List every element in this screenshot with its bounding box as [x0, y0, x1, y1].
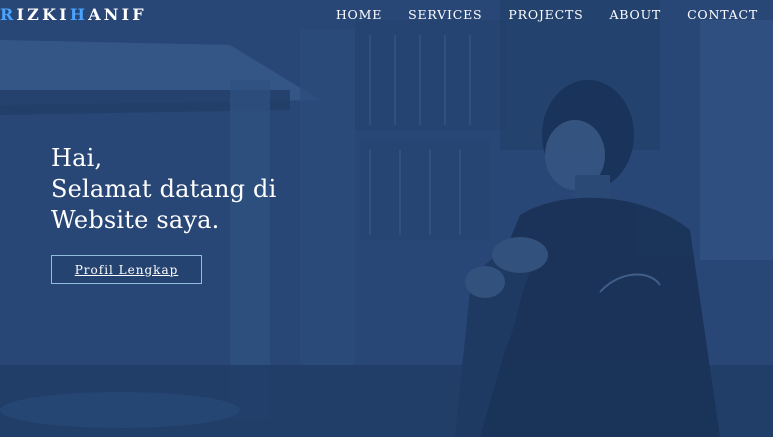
hero-copy: Hai, Selamat datang di Website saya. Pro…: [51, 143, 276, 284]
brand-logo[interactable]: RIZKIHANIF: [0, 5, 147, 24]
main-menu: HOME SERVICES PROJECTS ABOUT CONTACT: [336, 7, 758, 22]
nav-link-about[interactable]: ABOUT: [609, 7, 661, 22]
hero-headline: Hai, Selamat datang di Website saya.: [51, 143, 276, 236]
profile-button[interactable]: Profil Lengkap: [51, 255, 202, 284]
top-navigation: RIZKIHANIF HOME SERVICES PROJECTS ABOUT …: [0, 0, 773, 30]
brand-first-letter: R: [0, 5, 17, 24]
hero-line-3: Website saya.: [51, 206, 220, 234]
nav-link-services[interactable]: SERVICES: [408, 7, 482, 22]
brand-part-two: ANIF: [88, 5, 147, 24]
nav-link-contact[interactable]: CONTACT: [687, 7, 758, 22]
nav-link-home[interactable]: HOME: [336, 7, 382, 22]
hero-line-2: Selamat datang di: [51, 175, 277, 203]
nav-link-projects[interactable]: PROJECTS: [508, 7, 583, 22]
hero-line-1: Hai,: [51, 144, 103, 172]
brand-middle-letter: H: [69, 5, 89, 24]
hero-section: RIZKIHANIF HOME SERVICES PROJECTS ABOUT …: [0, 0, 773, 437]
brand-part-one: IZKI: [16, 5, 70, 24]
